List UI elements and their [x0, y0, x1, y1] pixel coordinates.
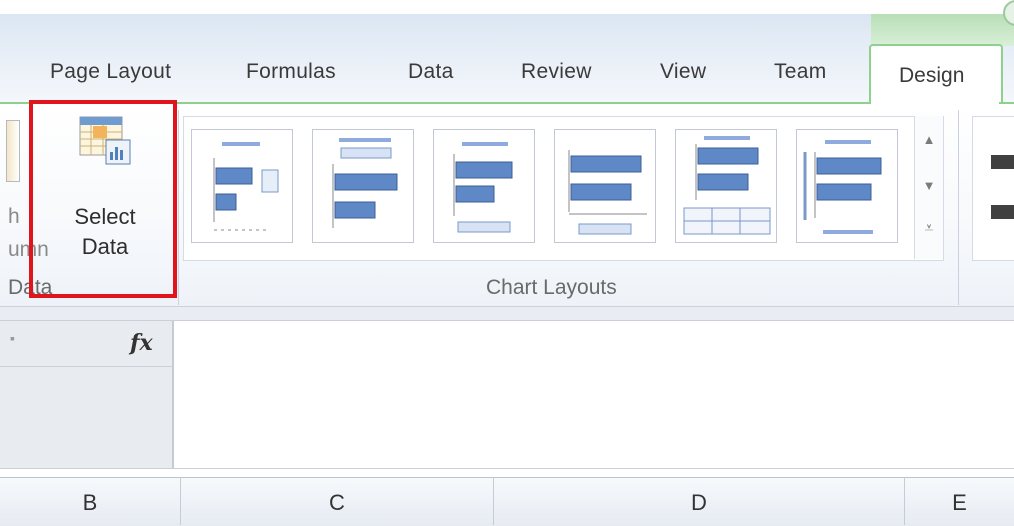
- tab-design[interactable]: Design: [869, 44, 1003, 106]
- chart-layout-4[interactable]: [554, 129, 656, 243]
- scroll-down-icon[interactable]: ▼: [915, 178, 943, 193]
- divider: [0, 366, 172, 367]
- scroll-up-icon[interactable]: ▲: [915, 132, 943, 147]
- tab-view[interactable]: View: [660, 60, 706, 84]
- group-separator: [178, 110, 179, 305]
- ribbon-bottom-edge: [0, 306, 1014, 321]
- fx-icon[interactable]: fx: [130, 330, 153, 356]
- tab-design-label: Design: [899, 64, 965, 87]
- chart-layouts-gallery: [183, 116, 944, 261]
- tab-team[interactable]: Team: [774, 60, 827, 84]
- chart-layouts-group-label: Chart Layouts: [486, 276, 617, 299]
- chart-layout-2[interactable]: [312, 129, 414, 243]
- formula-input[interactable]: [174, 322, 1014, 466]
- title-strip: [0, 0, 1014, 14]
- chart-layout-6[interactable]: [796, 129, 898, 243]
- gallery-scrollbar[interactable]: ▲ ▼ ⩡: [914, 116, 943, 259]
- chart-layout-1[interactable]: [191, 129, 293, 243]
- column-header-c[interactable]: C: [181, 480, 493, 525]
- ribbon-tab-bar: [0, 14, 1014, 102]
- chart-tools-context-header: [871, 14, 1014, 46]
- column-header-d[interactable]: D: [494, 480, 904, 525]
- group-separator: [958, 110, 959, 305]
- tab-data[interactable]: Data: [408, 60, 454, 84]
- name-box-dropdown-icon[interactable]: ▪: [10, 330, 15, 346]
- divider: [0, 320, 1014, 321]
- divider: [0, 468, 1014, 469]
- column-header-e[interactable]: E: [905, 480, 1014, 525]
- tab-formulas[interactable]: Formulas: [246, 60, 336, 84]
- tab-review[interactable]: Review: [521, 60, 592, 84]
- switch-row-column-label-top: h: [8, 205, 20, 228]
- tab-page-layout[interactable]: Page Layout: [50, 60, 171, 84]
- chart-style-swatch: [991, 205, 1014, 219]
- gallery-more-icon[interactable]: ⩡: [915, 220, 943, 238]
- chart-styles-gallery[interactable]: [972, 116, 1014, 261]
- column-header-b[interactable]: B: [0, 480, 180, 525]
- select-data-highlight-box: [29, 100, 177, 298]
- chart-layout-5[interactable]: [675, 129, 777, 243]
- switch-row-column-icon[interactable]: [6, 120, 20, 182]
- chart-layout-3[interactable]: [433, 129, 535, 243]
- chart-style-swatch: [991, 155, 1014, 169]
